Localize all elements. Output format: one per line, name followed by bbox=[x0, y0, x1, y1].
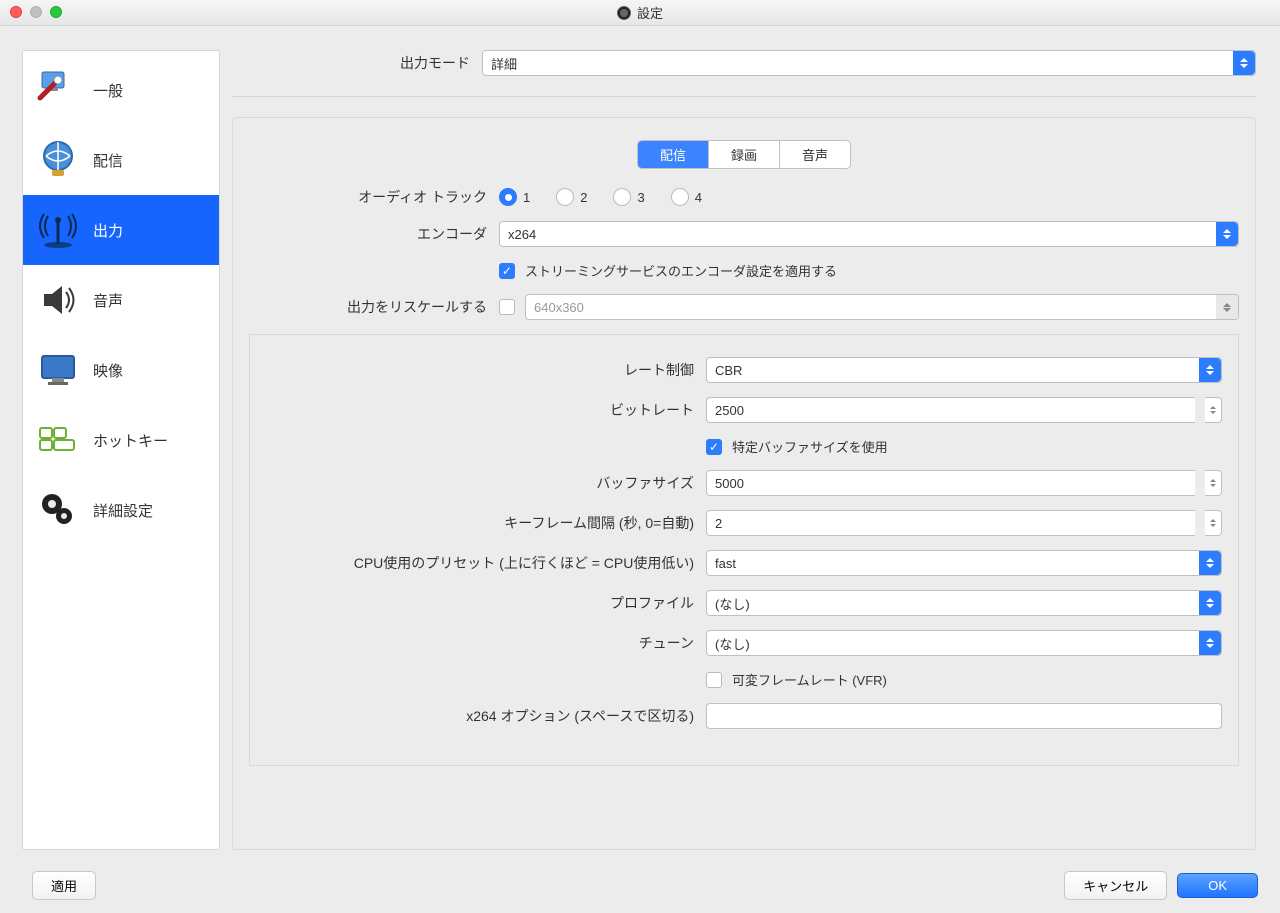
globe-icon bbox=[35, 137, 81, 183]
divider bbox=[232, 96, 1256, 97]
buffer-size-input[interactable]: 5000 bbox=[706, 470, 1195, 496]
cpu-preset-label: CPU使用のプリセット (上に行くほど = CPU使用低い) bbox=[266, 553, 706, 573]
chevron-updown-icon bbox=[1199, 358, 1221, 382]
sidebar-item-label: 詳細設定 bbox=[93, 500, 153, 521]
apply-button[interactable]: 適用 bbox=[32, 871, 96, 900]
sidebar-item-advanced[interactable]: 詳細設定 bbox=[23, 475, 219, 545]
profile-label: プロファイル bbox=[266, 593, 706, 613]
rate-control-label: レート制御 bbox=[266, 360, 706, 380]
bitrate-stepper[interactable] bbox=[1205, 397, 1222, 423]
audio-track-1-radio[interactable]: 1 bbox=[499, 188, 530, 206]
output-mode-select[interactable]: 詳細 bbox=[482, 50, 1256, 76]
chevron-updown-icon bbox=[1199, 551, 1221, 575]
chevron-down-icon bbox=[1216, 295, 1238, 319]
enforce-encoder-checkbox[interactable] bbox=[499, 263, 515, 279]
keyframe-label: キーフレーム間隔 (秒, 0=自動) bbox=[266, 513, 706, 533]
antenna-icon bbox=[35, 207, 81, 253]
encoder-select[interactable]: x264 bbox=[499, 221, 1239, 247]
output-settings-panel: 配信 録画 音声 オーディオ トラック 1 2 3 4 エンコーダ x bbox=[232, 117, 1256, 850]
audio-track-label: オーディオ トラック bbox=[249, 187, 499, 207]
chevron-updown-icon bbox=[1216, 222, 1238, 246]
keyframe-stepper[interactable] bbox=[1205, 510, 1222, 536]
settings-sidebar: 一般 配信 出力 音声 映像 ホットキー 詳細設定 bbox=[22, 50, 220, 850]
custom-buffer-checkbox[interactable] bbox=[706, 439, 722, 455]
vfr-label: 可変フレームレート (VFR) bbox=[732, 670, 887, 689]
rescale-label: 出力をリスケールする bbox=[249, 297, 499, 317]
sidebar-item-label: 配信 bbox=[93, 150, 123, 171]
titlebar: 設定 bbox=[0, 0, 1280, 26]
sidebar-item-video[interactable]: 映像 bbox=[23, 335, 219, 405]
audio-track-3-radio[interactable]: 3 bbox=[613, 188, 644, 206]
sidebar-item-audio[interactable]: 音声 bbox=[23, 265, 219, 335]
speaker-icon bbox=[35, 277, 81, 323]
buffer-stepper[interactable] bbox=[1205, 470, 1222, 496]
rescale-select[interactable]: 640x360 bbox=[525, 294, 1239, 320]
output-mode-label: 出力モード bbox=[232, 53, 482, 73]
x264-opts-input[interactable] bbox=[706, 703, 1222, 729]
cpu-preset-select[interactable]: fast bbox=[706, 550, 1222, 576]
chevron-updown-icon bbox=[1199, 631, 1221, 655]
buffer-size-label: バッファサイズ bbox=[266, 473, 706, 493]
sidebar-item-stream[interactable]: 配信 bbox=[23, 125, 219, 195]
sidebar-item-label: 音声 bbox=[93, 290, 123, 311]
ok-button[interactable]: OK bbox=[1177, 873, 1258, 898]
close-icon[interactable] bbox=[10, 6, 22, 18]
enforce-encoder-label: ストリーミングサービスのエンコーダ設定を適用する bbox=[525, 261, 837, 280]
sidebar-item-label: 映像 bbox=[93, 360, 123, 381]
tab-audio[interactable]: 音声 bbox=[779, 141, 850, 168]
rescale-checkbox[interactable] bbox=[499, 299, 515, 315]
chevron-updown-icon bbox=[1199, 591, 1221, 615]
encoder-settings-group: レート制御 CBR ビットレート 2500 特定バッファサイズを使用 バッファサ… bbox=[249, 334, 1239, 766]
tab-recording[interactable]: 録画 bbox=[708, 141, 779, 168]
bitrate-label: ビットレート bbox=[266, 400, 706, 420]
audio-track-4-radio[interactable]: 4 bbox=[671, 188, 702, 206]
output-tabs: 配信 録画 音声 bbox=[637, 140, 851, 169]
monitor-icon bbox=[35, 347, 81, 393]
sidebar-item-output[interactable]: 出力 bbox=[23, 195, 219, 265]
rate-control-select[interactable]: CBR bbox=[706, 357, 1222, 383]
vfr-checkbox[interactable] bbox=[706, 672, 722, 688]
keyboard-icon bbox=[35, 417, 81, 463]
sidebar-item-label: 出力 bbox=[93, 220, 123, 241]
sidebar-item-hotkeys[interactable]: ホットキー bbox=[23, 405, 219, 475]
custom-buffer-label: 特定バッファサイズを使用 bbox=[732, 437, 888, 456]
sidebar-item-general[interactable]: 一般 bbox=[23, 55, 219, 125]
keyframe-input[interactable]: 2 bbox=[706, 510, 1195, 536]
tune-label: チューン bbox=[266, 633, 706, 653]
maximize-icon[interactable] bbox=[50, 6, 62, 18]
dialog-footer: 適用 キャンセル OK bbox=[0, 858, 1280, 913]
chevron-updown-icon bbox=[1233, 51, 1255, 75]
gear-icon bbox=[35, 487, 81, 533]
window-title: 設定 bbox=[637, 3, 663, 22]
cancel-button[interactable]: キャンセル bbox=[1064, 871, 1167, 900]
x264-opts-label: x264 オプション (スペースで区切る) bbox=[266, 706, 706, 726]
encoder-label: エンコーダ bbox=[249, 224, 499, 244]
audio-track-2-radio[interactable]: 2 bbox=[556, 188, 587, 206]
tab-streaming[interactable]: 配信 bbox=[638, 141, 708, 168]
bitrate-input[interactable]: 2500 bbox=[706, 397, 1195, 423]
profile-select[interactable]: (なし) bbox=[706, 590, 1222, 616]
sidebar-item-label: 一般 bbox=[93, 80, 123, 101]
minimize-icon[interactable] bbox=[30, 6, 42, 18]
wrench-icon bbox=[35, 67, 81, 113]
tune-select[interactable]: (なし) bbox=[706, 630, 1222, 656]
app-icon bbox=[617, 6, 631, 20]
window-controls bbox=[10, 6, 62, 18]
sidebar-item-label: ホットキー bbox=[93, 430, 168, 451]
